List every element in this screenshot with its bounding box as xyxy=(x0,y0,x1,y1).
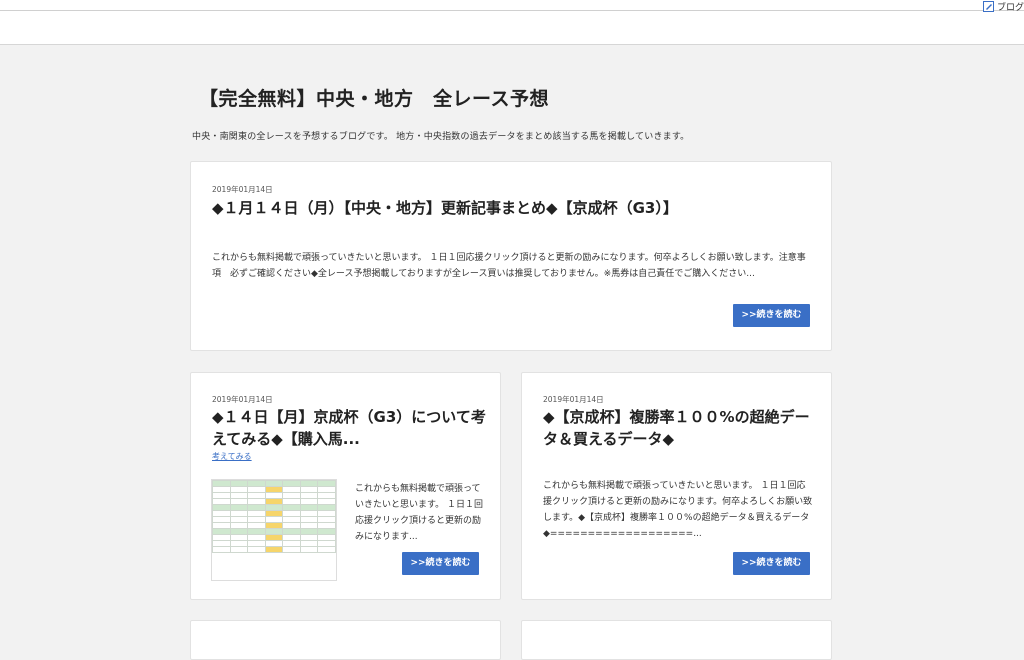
read-more-button[interactable]: >>続きを読む xyxy=(733,552,810,575)
edit-icon xyxy=(982,1,994,12)
post-date: 2019年01月14日 xyxy=(543,395,604,404)
site-description: 中央・南関東の全レースを予想するブログです。 地方・中央指数の過去データをまとめ… xyxy=(192,132,690,142)
site-title[interactable]: 【完全無料】中央・地方 全レース予想 xyxy=(199,84,549,111)
post-tag-link[interactable]: 考えてみる xyxy=(212,451,252,462)
post-card: 2019年01月14日 ◆【京成杯】複勝率１００%の超絶データ＆買えるデータ◆ … xyxy=(521,372,832,600)
post-date: 2019年01月14日 xyxy=(212,185,273,194)
top-bar: ブログ xyxy=(0,0,1024,45)
post-date: 2019年01月14日 xyxy=(212,395,273,404)
blog-link-label: ブログ xyxy=(996,3,1024,13)
post-excerpt: これからも無料掲載で頑張っていきたいと思います。 １日１回応援クリック頂けると更… xyxy=(212,253,806,279)
thumbnail-table-image xyxy=(212,480,336,553)
blog-link[interactable]: ブログ xyxy=(982,0,1024,13)
post-excerpt: これからも無料掲載で頑張っていきたいと思います。 １日１回応援クリック頂けると更… xyxy=(543,481,813,539)
post-excerpt: これからも無料掲載で頑張っていきたいと思います。 １日１回応援クリック頂けると更… xyxy=(355,484,483,542)
post-title[interactable]: ◆１４日【月】京成杯（G3）について考えてみる◆【購入馬... xyxy=(212,406,487,450)
post-title[interactable]: ◆【京成杯】複勝率１００%の超絶データ＆買えるデータ◆ xyxy=(543,406,818,450)
read-more-button[interactable]: >>続きを読む xyxy=(733,304,810,327)
post-card: 2019年01月14日 ◆１４日【月】京成杯（G3）について考えてみる◆【購入馬… xyxy=(190,372,501,600)
post-card-partial xyxy=(190,620,501,660)
post-thumbnail[interactable] xyxy=(211,479,337,581)
read-more-button[interactable]: >>続きを読む xyxy=(402,552,479,575)
post-card-partial xyxy=(521,620,832,660)
post-title[interactable]: ◆１月１４日（月）【中央・地方】更新記事まとめ◆【京成杯（G3）】 xyxy=(212,197,812,219)
post-card: 2019年01月14日 ◆１月１４日（月）【中央・地方】更新記事まとめ◆【京成杯… xyxy=(190,161,832,351)
top-bar-divider xyxy=(0,10,1024,11)
